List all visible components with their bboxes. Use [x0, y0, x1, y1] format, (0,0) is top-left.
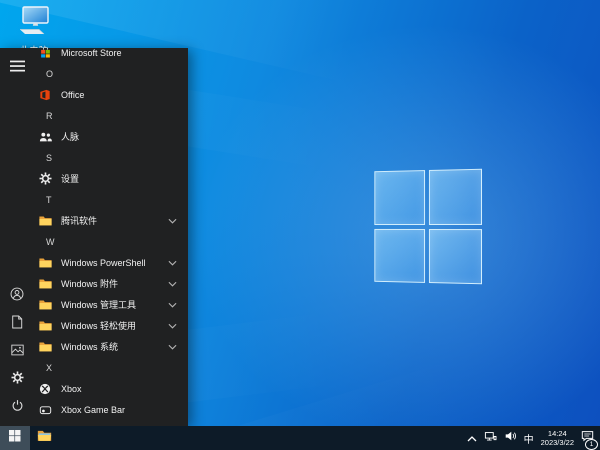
app-label: Windows 系统 [61, 340, 118, 353]
start-menu-folder[interactable]: Windows 附件 [34, 273, 188, 294]
gamebar-icon [38, 403, 52, 417]
clock-date: 2023/3/22 [541, 438, 574, 447]
app-label: Microsoft Store [61, 48, 122, 58]
section-letter: O [46, 69, 53, 79]
logo-pane [374, 228, 425, 282]
folder-icon [38, 214, 52, 228]
start-menu-app[interactable]: 设置 [34, 168, 188, 189]
app-label: 腾讯软件 [61, 214, 97, 227]
rail-button-user-account[interactable] [0, 282, 34, 310]
file-explorer-icon [37, 429, 52, 447]
gear-icon [11, 371, 24, 389]
app-label: Office [61, 90, 84, 100]
ime-indicator[interactable]: 中 [524, 431, 534, 446]
folder-icon [38, 256, 52, 270]
chevron-down-icon [168, 218, 177, 224]
app-label: 设置 [61, 172, 79, 185]
app-section-header[interactable]: T [34, 189, 188, 210]
windows-logo-icon [9, 429, 21, 447]
app-section-header[interactable]: W [34, 231, 188, 252]
network-icon [484, 429, 497, 447]
start-menu-app[interactable]: Xbox Game Bar [34, 399, 188, 420]
app-label: Xbox Game Bar [61, 405, 125, 415]
rail-button-pictures[interactable] [0, 338, 34, 366]
app-section-header[interactable]: R [34, 105, 188, 126]
app-label: Xbox [61, 384, 82, 394]
this-pc-icon [15, 6, 53, 43]
logo-pane [429, 229, 482, 285]
windows-wallpaper-logo [374, 169, 482, 285]
folder-icon [38, 298, 52, 312]
xbox-icon [38, 382, 52, 396]
taskbar-file-explorer-button[interactable] [30, 426, 58, 450]
section-letter: W [46, 237, 55, 247]
start-rail-bottom [0, 282, 34, 422]
chevron-up-icon [467, 429, 477, 447]
section-letter: S [46, 153, 52, 163]
start-menu-app[interactable]: 人脉 [34, 126, 188, 147]
app-label: Windows 附件 [61, 277, 118, 290]
system-tray: 中 14:24 2023/3/22 1 [467, 426, 600, 450]
app-label: Windows 轻松使用 [61, 319, 136, 332]
logo-pane [429, 169, 482, 225]
rail-button-documents[interactable] [0, 310, 34, 338]
chevron-down-icon [168, 281, 177, 287]
power-icon [11, 399, 24, 417]
start-menu-folder[interactable]: Windows 轻松使用 [34, 315, 188, 336]
start-menu-app[interactable]: Office [34, 84, 188, 105]
document-icon [11, 315, 23, 334]
clock-time: 14:24 [541, 429, 574, 438]
gear-icon [38, 172, 52, 186]
chevron-down-icon [168, 302, 177, 308]
action-center-button[interactable]: 1 [581, 429, 594, 447]
hamburger-icon [10, 59, 25, 77]
start-button[interactable] [0, 426, 30, 450]
section-letter: T [46, 195, 52, 205]
section-letter: X [46, 363, 52, 373]
app-label: 人脉 [61, 130, 79, 143]
chevron-down-icon [168, 323, 177, 329]
taskbar-clock[interactable]: 14:24 2023/3/22 [541, 429, 574, 447]
logo-pane [374, 170, 425, 224]
office-icon [38, 88, 52, 102]
store-icon [38, 48, 52, 60]
folder-icon [38, 340, 52, 354]
start-menu-folder[interactable]: Windows 管理工具 [34, 294, 188, 315]
app-section-header[interactable]: O [34, 63, 188, 84]
folder-icon [38, 277, 52, 291]
taskbar: 中 14:24 2023/3/22 1 [0, 426, 600, 450]
folder-icon [38, 319, 52, 333]
notification-badge: 1 [585, 439, 598, 450]
people-icon [38, 130, 52, 144]
desktop: 此电脑 Microsoft StoreOOfficeR人脉S设置T腾讯软件WWi… [0, 0, 600, 450]
start-menu-app-list: Microsoft Store O Office R 人脉 S 设置 T 腾讯软件 W Window… [34, 48, 188, 420]
app-section-header[interactable]: X [34, 357, 188, 378]
app-label: Windows 管理工具 [61, 298, 136, 311]
network-button[interactable] [484, 429, 497, 447]
volume-icon [504, 429, 517, 447]
volume-button[interactable] [504, 429, 517, 447]
start-menu-app[interactable]: Microsoft Store [34, 48, 188, 63]
start-menu-folder[interactable]: 腾讯软件 [34, 210, 188, 231]
app-label: Windows PowerShell [61, 258, 146, 268]
start-menu-app[interactable]: Xbox [34, 378, 188, 399]
rail-button-expand-start-menu[interactable] [0, 54, 34, 82]
chevron-down-icon [168, 344, 177, 350]
hidden-icons-button[interactable] [467, 429, 477, 447]
rail-button-power[interactable] [0, 394, 34, 422]
user-icon [10, 287, 24, 306]
start-menu-folder[interactable]: Windows 系统 [34, 336, 188, 357]
rail-button-settings[interactable] [0, 366, 34, 394]
section-letter: R [46, 111, 53, 121]
pictures-icon [11, 343, 24, 361]
start-menu-rail [0, 48, 34, 426]
start-rail-top [0, 54, 34, 82]
app-section-header[interactable]: S [34, 147, 188, 168]
start-menu-folder[interactable]: Windows PowerShell [34, 252, 188, 273]
chevron-down-icon [168, 260, 177, 266]
start-menu: Microsoft Store O Office R 人脉 S 设置 T 腾讯软件 W Window… [0, 48, 188, 426]
